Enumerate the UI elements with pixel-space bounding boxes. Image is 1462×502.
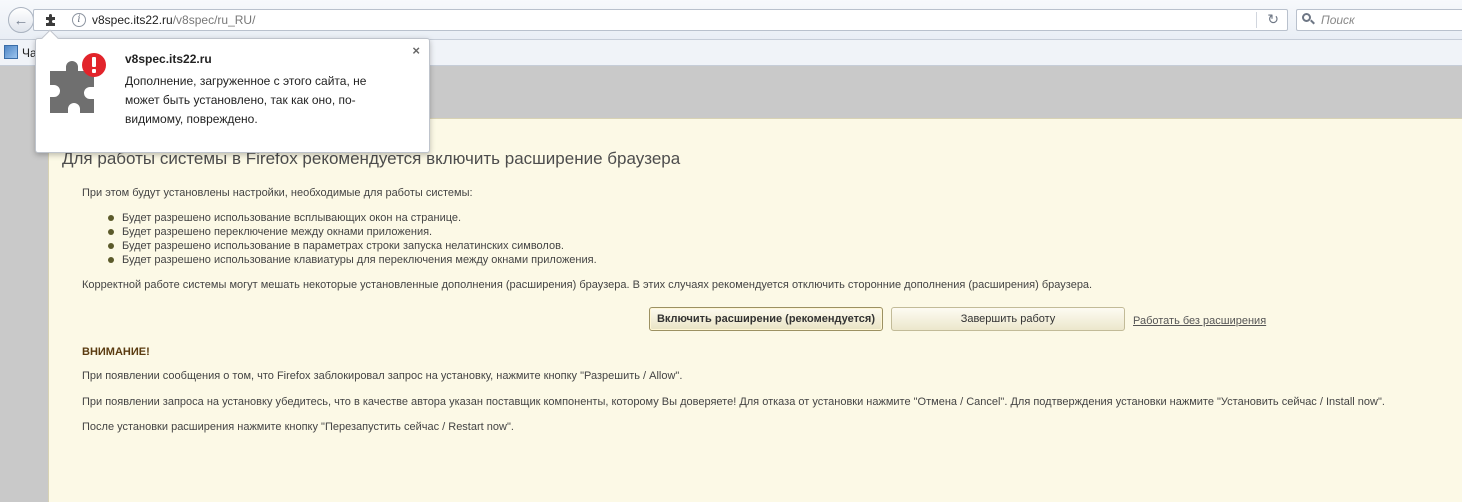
popup-title: v8spec.its22.ru [125, 52, 212, 66]
reload-icon[interactable]: ↻ [1267, 11, 1279, 28]
puzzle-icon [46, 14, 55, 26]
settings-list: Будет разрешено использование всплывающи… [108, 211, 597, 267]
browser-toolbar: ← i v8spec.its22.ru/v8spec/ru_RU/ ↻ Поис… [0, 0, 1462, 40]
compatibility-note: Корректной работе системы могут мешать н… [82, 279, 1093, 291]
list-item: Будет разрешено использование в параметр… [108, 239, 597, 253]
search-icon [1302, 13, 1315, 25]
finish-work-button[interactable]: Завершить работу [891, 307, 1125, 331]
search-placeholder: Поиск [1321, 13, 1355, 27]
intro-text: При этом будут установлены настройки, не… [82, 187, 473, 199]
arrow-left-icon: ← [13, 11, 29, 29]
allow-instruction: При появлении сообщения о том, что Firef… [82, 370, 683, 382]
enable-extension-button[interactable]: Включить расширение (рекомендуется) [649, 307, 883, 331]
addon-notification-icon[interactable] [38, 12, 64, 28]
site-info-icon[interactable]: i [72, 13, 86, 27]
close-icon[interactable]: × [412, 43, 420, 58]
url-bar[interactable]: i v8spec.its22.ru/v8spec/ru_RU/ ↻ [33, 9, 1288, 31]
list-item: Будет разрешено переключение между окнам… [108, 225, 597, 239]
list-item: Будет разрешено использование клавиатуры… [108, 253, 597, 267]
work-without-extension-link[interactable]: Работать без расширения [1133, 315, 1266, 327]
search-bar[interactable]: Поиск [1296, 9, 1462, 31]
url-path: /v8spec/ru_RU/ [172, 13, 256, 27]
popup-message: Дополнение, загруженное с этого сайта, н… [125, 74, 367, 126]
addon-error-popup: v8spec.its22.ru Дополнение, загруженное … [35, 29, 430, 153]
url-text[interactable]: v8spec.its22.ru/v8spec/ru_RU/ [92, 13, 255, 27]
bookmark-folder-icon[interactable] [4, 45, 18, 59]
page-left-gutter [0, 118, 48, 502]
list-item: Будет разрешено использование всплывающи… [108, 211, 597, 225]
restart-instruction: После установки расширения нажмите кнопк… [82, 421, 514, 433]
warning-title: ВНИМАНИЕ! [82, 346, 150, 358]
reload-separator [1256, 12, 1257, 28]
back-button[interactable]: ← [8, 7, 34, 33]
addon-error-icon [50, 53, 106, 113]
url-host: v8spec.its22.ru [92, 13, 173, 27]
install-instruction: При появлении запроса на установку убеди… [82, 396, 1385, 408]
